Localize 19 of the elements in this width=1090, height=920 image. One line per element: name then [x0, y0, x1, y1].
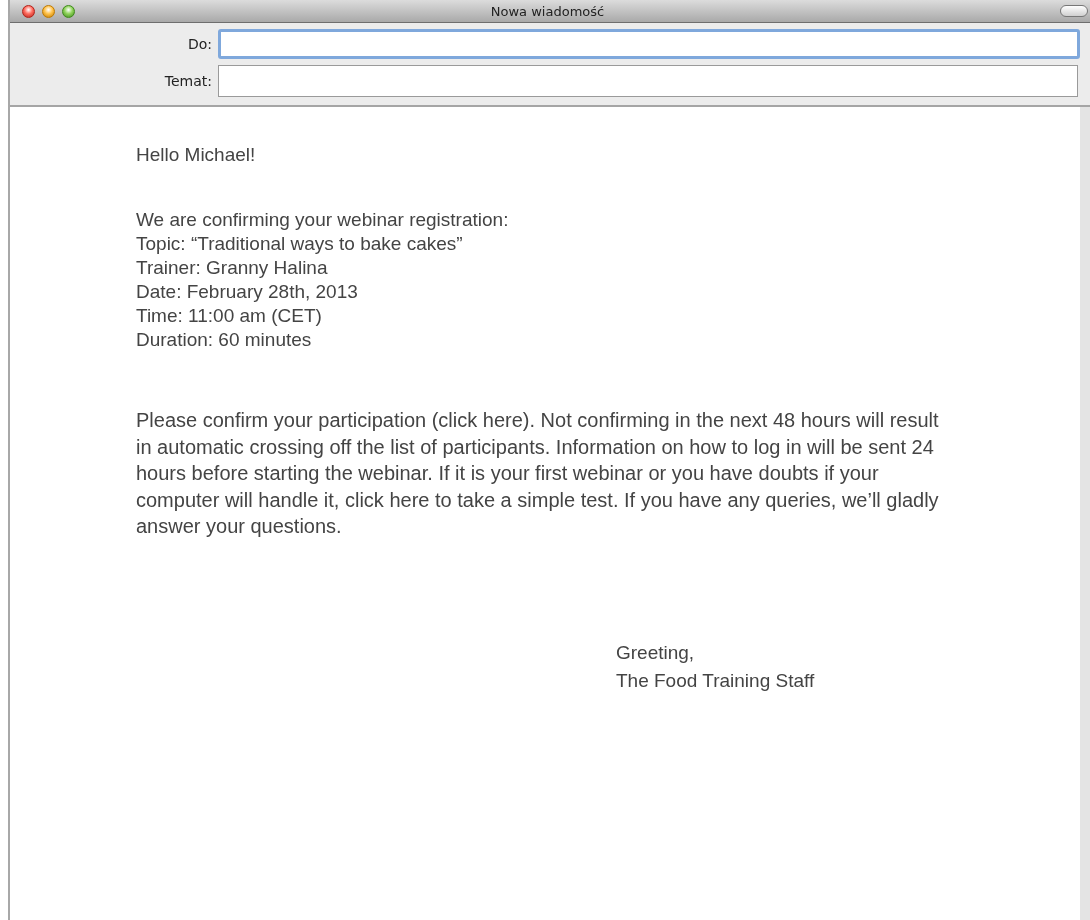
field-label: Do:: [186, 36, 212, 52]
detail-line: Time: 11:00 am (CET): [136, 304, 323, 328]
toolbar-toggle-button[interactable]: [1060, 5, 1088, 17]
detail-line: Trainer: Granny Halina: [136, 256, 329, 280]
zoom-button[interactable]: [62, 4, 75, 18]
close-button[interactable]: [22, 4, 35, 18]
window-title: Nowa wiadomość: [489, 3, 606, 19]
body-paragraph: Please confirm your participation (click here). Not confirming in the next 48 hours will result in automatic crossing off the list of participants. Information on how to log in will be sent 24 hours before starting the webinar. If it is your first webinar or you have doubts if your computer will handle it, click here to take a simple test. If you have any queries, we’ll gladly answer your questions.: [136, 408, 940, 539]
detail-line: Duration: 60 minutes: [136, 328, 313, 352]
greeting-text: Hello Michael!: [136, 143, 257, 167]
input-field[interactable]: [218, 29, 1080, 59]
signature-line: Greeting,: [616, 640, 696, 665]
input-field[interactable]: [218, 65, 1078, 97]
detail-line: Topic: “Traditional ways to bake cakes”: [136, 232, 464, 256]
field-label: Temat:: [163, 73, 212, 89]
minimize-button[interactable]: [42, 4, 55, 18]
signature-line: The Food Training Staff: [616, 668, 816, 693]
detail-line: Date: February 28th, 2013: [136, 280, 359, 304]
detail-line: We are confirming your webinar registration:: [136, 208, 510, 232]
